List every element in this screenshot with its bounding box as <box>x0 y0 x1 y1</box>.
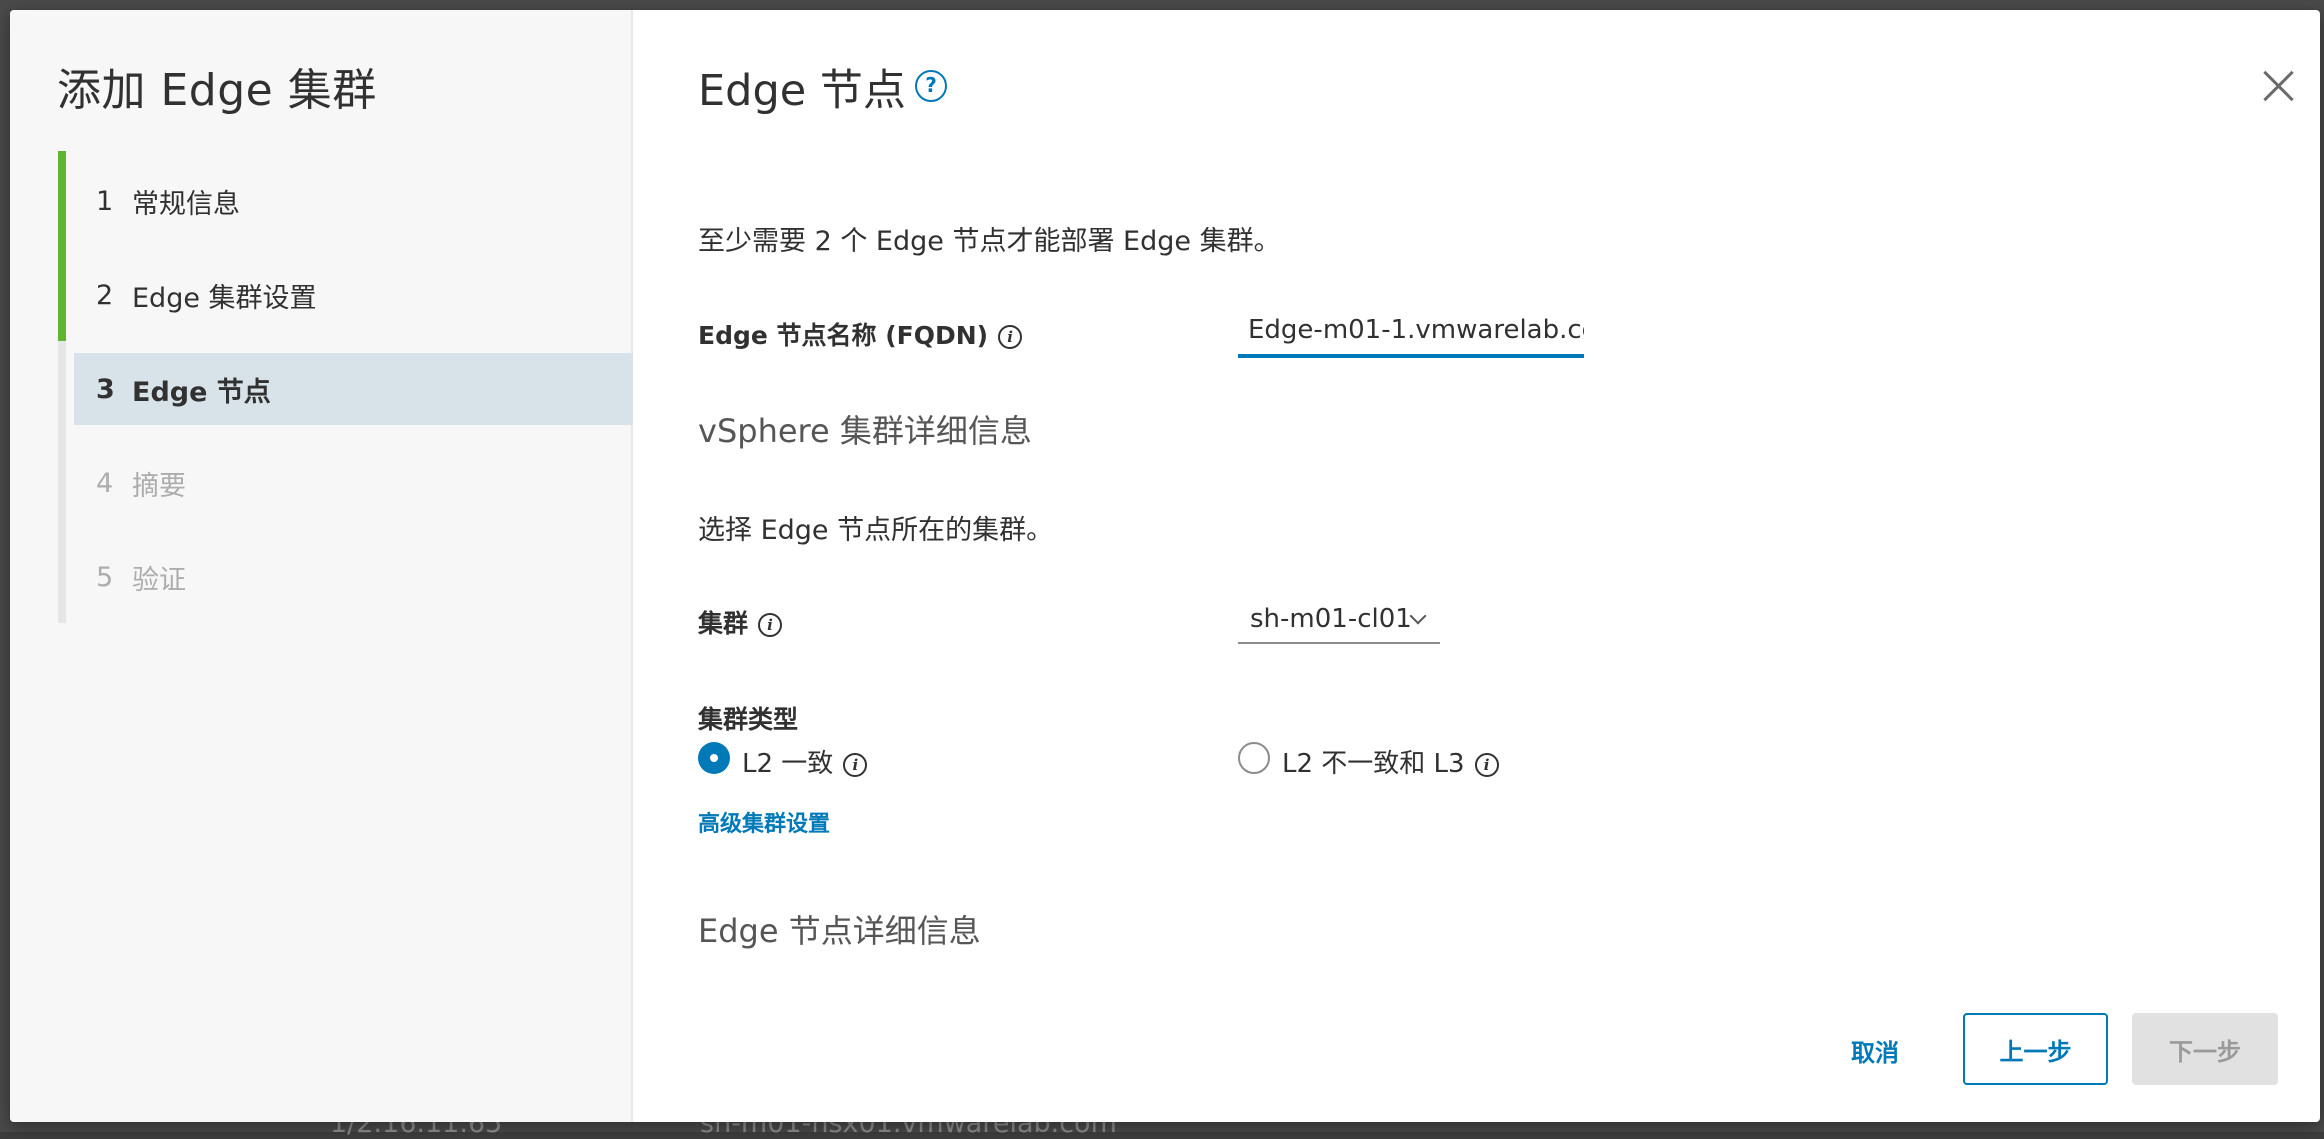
cluster-type-label: 集群类型 <box>698 705 799 734</box>
next-button[interactable]: 下一步 <box>2132 1013 2278 1085</box>
wizard-step-validation: 5 验证 <box>74 541 633 613</box>
cluster-label-text: 集群 <box>698 609 749 638</box>
wizard-step-summary: 4 摘要 <box>74 447 633 519</box>
wizard-step-edge-nodes[interactable]: 3 Edge 节点 <box>74 353 633 425</box>
chevron-down-icon <box>1409 607 1427 625</box>
step-label: Edge 节点 <box>132 376 271 408</box>
help-icon[interactable]: ? <box>915 70 947 102</box>
fqdn-label-text: Edge 节点名称 (FQDN) <box>698 321 989 350</box>
step-label: 常规信息 <box>132 188 240 220</box>
step-label: Edge 集群设置 <box>132 282 317 314</box>
fqdn-label: Edge 节点名称 (FQDN) i <box>698 316 1023 352</box>
wizard-step-cluster-settings[interactable]: 2 Edge 集群设置 <box>74 259 633 331</box>
radio-l2-nonuniform-l3[interactable] <box>1238 742 1270 774</box>
step-label: 摘要 <box>132 470 186 502</box>
info-icon[interactable]: i <box>758 613 783 637</box>
wizard-step-general-info[interactable]: 1 常规信息 <box>74 165 633 237</box>
radio-l2-nonuniform-l3-text: L2 不一致和 L3 <box>1282 749 1465 779</box>
cluster-select-value: sh-m01-cl01 <box>1250 604 1412 634</box>
wizard-sidebar: 添加 Edge 集群 1 常规信息 2 Edge 集群设置 3 Edge 节点 … <box>10 10 633 1122</box>
step-number: 3 <box>96 373 115 405</box>
cluster-label: 集群 i <box>698 604 783 640</box>
radio-l2-uniform[interactable] <box>698 742 730 774</box>
step-number: 2 <box>96 279 114 311</box>
info-icon[interactable]: i <box>843 752 868 777</box>
radio-l2-uniform-label: L2 一致 i <box>742 743 868 780</box>
fqdn-input[interactable] <box>1238 306 1584 358</box>
step-number: 1 <box>96 185 114 217</box>
page-title: Edge 节点 <box>698 66 906 116</box>
radio-l2-nonuniform-l3-label: L2 不一致和 L3 i <box>1282 743 1499 780</box>
cancel-button[interactable]: 取消 <box>1815 1014 1935 1086</box>
close-icon[interactable] <box>2257 64 2301 108</box>
step-progress-completed <box>58 151 66 341</box>
info-icon[interactable]: i <box>998 325 1023 349</box>
step-number: 5 <box>96 561 114 593</box>
add-edge-cluster-dialog: 添加 Edge 集群 1 常规信息 2 Edge 集群设置 3 Edge 节点 … <box>10 10 2320 1122</box>
wizard-content: Edge 节点 ? 至少需要 2 个 Edge 节点才能部署 Edge 集群。 … <box>635 10 2320 1122</box>
wizard-title: 添加 Edge 集群 <box>57 65 377 116</box>
previous-button[interactable]: 上一步 <box>1963 1013 2108 1085</box>
edge-node-details-heading: Edge 节点详细信息 <box>698 912 981 950</box>
advanced-cluster-settings-link[interactable]: 高级集群设置 <box>698 806 830 838</box>
vsphere-section-heading: vSphere 集群详细信息 <box>698 412 1032 450</box>
radio-l2-uniform-text: L2 一致 <box>742 749 834 779</box>
cluster-select[interactable]: sh-m01-cl01 <box>1238 598 1440 644</box>
vsphere-intro-text: 选择 Edge 节点所在的集群。 <box>698 515 1054 546</box>
step-label: 验证 <box>132 564 186 596</box>
step-number: 4 <box>96 467 114 499</box>
intro-text: 至少需要 2 个 Edge 节点才能部署 Edge 集群。 <box>698 226 1281 257</box>
info-icon[interactable]: i <box>1474 752 1499 777</box>
